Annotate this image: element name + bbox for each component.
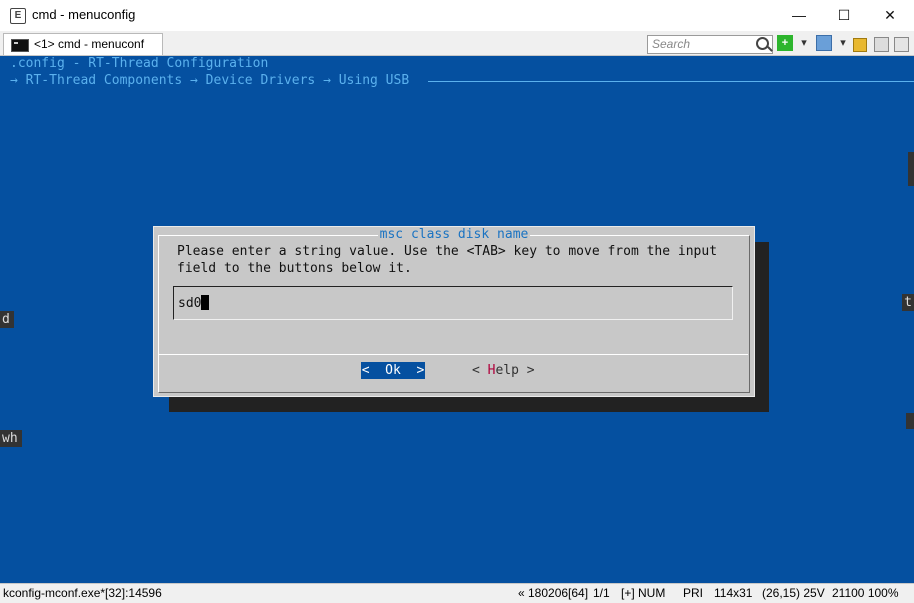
- scroll-mark: [908, 152, 914, 186]
- config-title: .config - RT-Thread Configuration: [10, 56, 269, 71]
- plus-icon[interactable]: +: [777, 35, 793, 51]
- text-cursor: [201, 295, 210, 310]
- minimize-button[interactable]: —: [784, 4, 814, 26]
- chevron-down-icon[interactable]: ▾: [796, 35, 812, 51]
- breadcrumb: → RT-Thread Components → Device Drivers …: [10, 73, 410, 88]
- app-icon: E: [10, 8, 26, 24]
- status-position: « 180206[64]: [518, 586, 589, 600]
- help-rest: elp >: [495, 363, 535, 378]
- search-placeholder: Search: [652, 37, 691, 51]
- string-input-dialog: msc class disk name Please enter a strin…: [153, 226, 755, 397]
- menu-icon[interactable]: [894, 37, 909, 52]
- settings-icon[interactable]: [874, 37, 889, 52]
- dialog-title: msc class disk name: [154, 227, 754, 242]
- lock-icon[interactable]: [853, 38, 867, 52]
- status-extra: 21100 100%: [832, 586, 899, 600]
- help-button[interactable]: < Help >: [472, 362, 535, 379]
- status-mode: [+] NUM: [621, 586, 666, 600]
- terminal-area[interactable]: .config - RT-Thread Configuration → RT-T…: [0, 56, 914, 583]
- status-size: 114x31: [714, 586, 753, 600]
- menu-fragment-left: d: [0, 311, 14, 328]
- dialog-prompt: Please enter a string value. Use the <TA…: [177, 243, 717, 277]
- status-process: kconfig-mconf.exe*[32]:14596: [3, 586, 162, 600]
- ok-button[interactable]: < Ok >: [361, 362, 425, 379]
- title-bar: E cmd - menuconfig — ☐ ✕: [0, 0, 914, 31]
- chevron-down-icon[interactable]: ▾: [835, 35, 851, 51]
- panel-icon[interactable]: [816, 35, 832, 51]
- close-button[interactable]: ✕: [875, 4, 905, 26]
- status-bar: kconfig-mconf.exe*[32]:14596 « 180206[64…: [0, 583, 914, 603]
- input-value: sd0: [178, 296, 202, 311]
- maximize-button[interactable]: ☐: [829, 4, 859, 26]
- console-tab[interactable]: <1> cmd - menuconf: [3, 33, 163, 55]
- prompt-line-2: field to the buttons below it.: [177, 261, 412, 276]
- breadcrumb-rule: [428, 81, 914, 82]
- window-title: cmd - menuconfig: [32, 7, 136, 22]
- tab-label: <1> cmd - menuconf: [34, 37, 145, 51]
- search-icon[interactable]: [756, 37, 769, 50]
- status-page: 1/1: [593, 586, 610, 600]
- status-priority: PRI: [683, 586, 704, 600]
- button-separator: [158, 354, 748, 355]
- menu-fragment-left: wh: [0, 430, 22, 447]
- prompt-line-1: Please enter a string value. Use the <TA…: [177, 244, 718, 259]
- menu-fragment-right: t: [902, 294, 914, 311]
- help-prefix: <: [472, 363, 488, 378]
- string-input-field[interactable]: sd0: [173, 286, 733, 320]
- search-input[interactable]: Search: [647, 35, 773, 54]
- dialog-title-text: msc class disk name: [377, 227, 531, 242]
- console-icon: [11, 39, 29, 52]
- status-cursor: (26,15) 25V: [762, 586, 825, 600]
- input-value-wrap: sd0: [178, 295, 210, 311]
- scroll-mark: [906, 413, 914, 429]
